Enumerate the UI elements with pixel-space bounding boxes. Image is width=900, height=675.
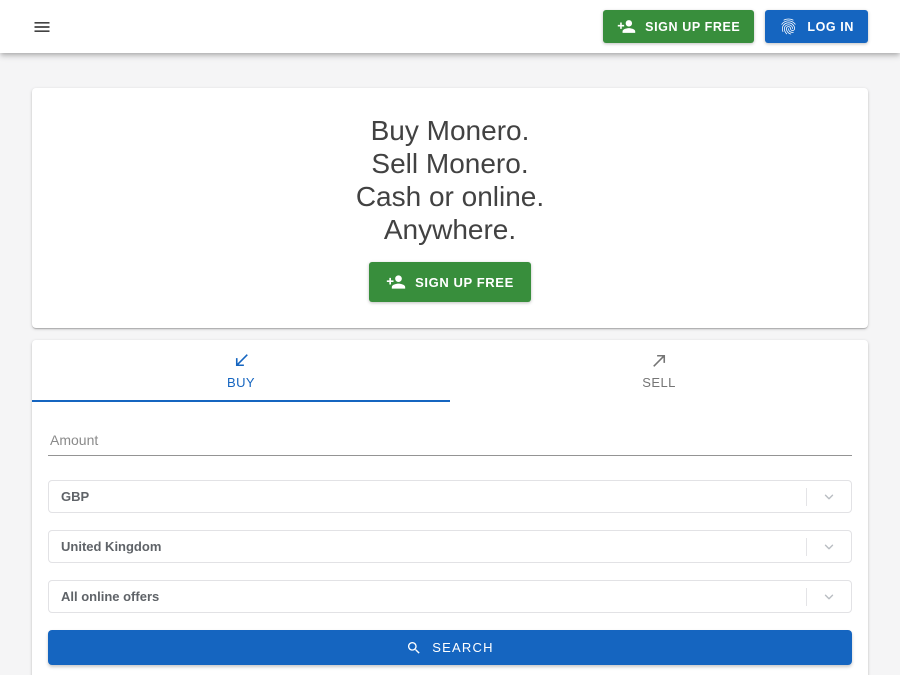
hero-title-line: Anywhere. <box>32 213 868 246</box>
trade-card: BUY SELL GBP United Kingdom <box>32 340 868 675</box>
hero-title: Buy Monero. Sell Monero. Cash or online.… <box>32 114 868 246</box>
person-add-icon <box>617 17 636 36</box>
trade-form: GBP United Kingdom All online offers <box>32 402 868 675</box>
offer-type-select[interactable]: All online offers <box>48 580 852 613</box>
chevron-down-icon <box>807 540 851 554</box>
fingerprint-icon <box>779 17 798 36</box>
login-button-label: LOG IN <box>807 20 854 34</box>
arrow-up-right-icon <box>650 351 669 370</box>
search-button[interactable]: SEARCH <box>48 630 852 665</box>
login-button[interactable]: LOG IN <box>765 10 868 43</box>
offer-type-select-value: All online offers <box>61 589 159 604</box>
magnifier-icon <box>406 640 422 656</box>
person-add-icon <box>386 272 406 292</box>
currency-select-value: GBP <box>61 489 89 504</box>
hero-signup-button-label: SIGN UP FREE <box>415 275 514 290</box>
currency-select[interactable]: GBP <box>48 480 852 513</box>
app-header: SIGN UP FREE LOG IN <box>0 0 900 53</box>
tab-sell[interactable]: SELL <box>450 340 868 402</box>
hero-title-line: Cash or online. <box>32 180 868 213</box>
signup-button[interactable]: SIGN UP FREE <box>603 10 754 43</box>
tab-buy[interactable]: BUY <box>32 340 450 402</box>
chevron-down-icon <box>807 490 851 504</box>
menu-icon <box>32 17 52 37</box>
hero-title-line: Buy Monero. <box>32 114 868 147</box>
menu-button[interactable] <box>28 13 56 41</box>
hero-title-line: Sell Monero. <box>32 147 868 180</box>
country-select-value: United Kingdom <box>61 539 161 554</box>
chevron-down-icon <box>807 590 851 604</box>
tab-buy-label: BUY <box>227 375 255 390</box>
hero-signup-button[interactable]: SIGN UP FREE <box>369 262 531 302</box>
trade-tabs: BUY SELL <box>32 340 868 402</box>
amount-input[interactable] <box>48 422 852 456</box>
country-select[interactable]: United Kingdom <box>48 530 852 563</box>
tab-sell-label: SELL <box>642 375 675 390</box>
signup-button-label: SIGN UP FREE <box>645 20 740 34</box>
search-button-label: SEARCH <box>432 640 493 655</box>
arrow-down-left-icon <box>232 351 251 370</box>
hero-card: Buy Monero. Sell Monero. Cash or online.… <box>32 88 868 328</box>
page-content: Buy Monero. Sell Monero. Cash or online.… <box>32 88 868 675</box>
